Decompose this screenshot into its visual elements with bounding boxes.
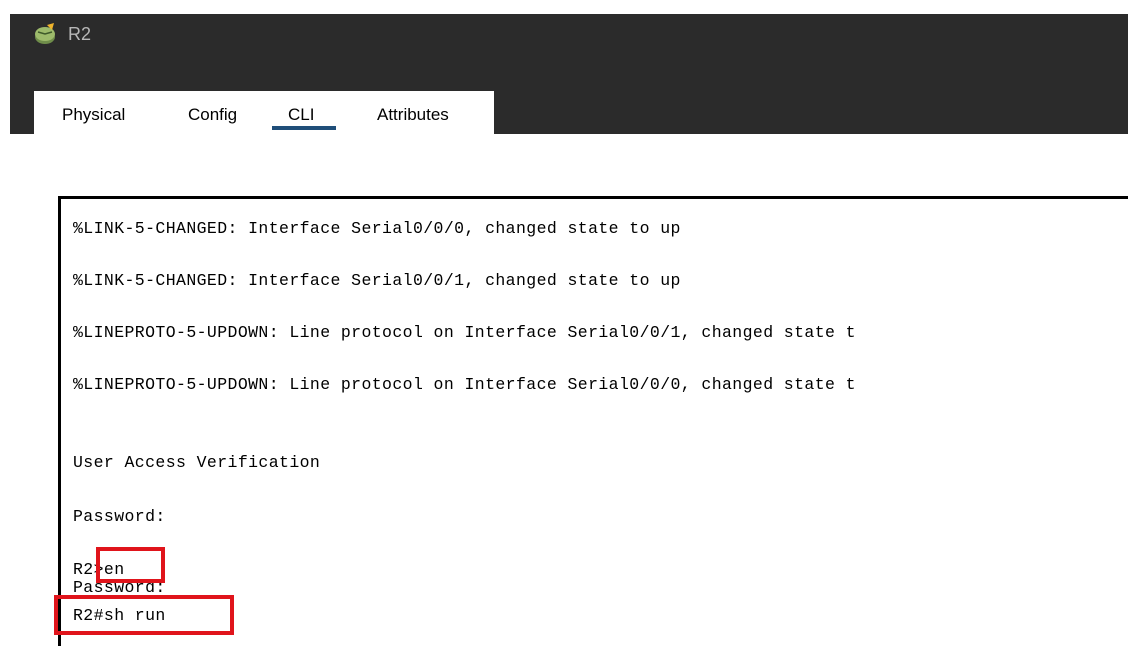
terminal-line: %LINK-5-CHANGED: Interface Serial0/0/0, …: [73, 219, 681, 238]
terminal-line: Password:: [73, 507, 166, 526]
terminal-line: User Access Verification: [73, 453, 321, 472]
highlight-box-en-command: [96, 547, 165, 583]
terminal-line: %LINEPROTO-5-UPDOWN: Line protocol on In…: [73, 375, 856, 394]
active-tab-indicator: [272, 126, 336, 130]
terminal-line: %LINEPROTO-5-UPDOWN: Line protocol on In…: [73, 323, 856, 342]
tab-attributes[interactable]: Attributes: [377, 105, 449, 125]
tab-physical[interactable]: Physical: [62, 105, 125, 125]
tab-config[interactable]: Config: [188, 105, 237, 125]
window-titlebar: R2: [10, 14, 1128, 70]
terminal-line: %LINK-5-CHANGED: Interface Serial0/0/1, …: [73, 271, 681, 290]
tab-cli[interactable]: CLI: [288, 105, 314, 125]
window-title: R2: [68, 24, 92, 44]
cli-terminal[interactable]: %LINK-5-CHANGED: Interface Serial0/0/0, …: [58, 196, 1128, 646]
highlight-box-sh-run-command: [54, 595, 234, 635]
router-device-icon: [35, 23, 55, 44]
